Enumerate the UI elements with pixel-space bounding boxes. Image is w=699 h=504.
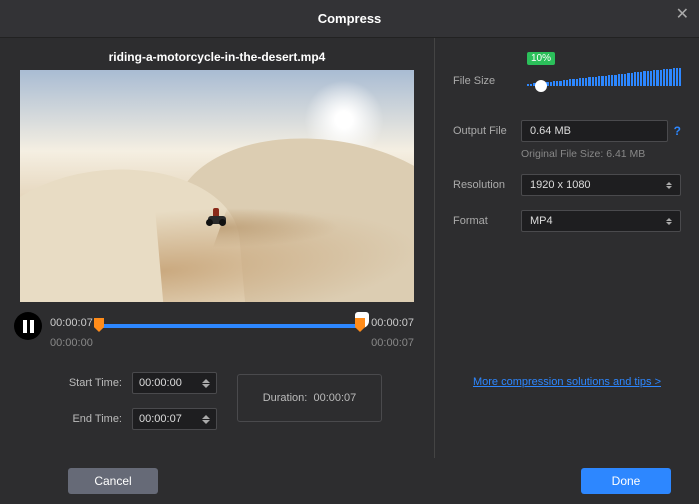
start-time-stepper[interactable] xyxy=(202,379,210,388)
slider-bars-icon xyxy=(527,68,681,86)
trim-end-handle[interactable] xyxy=(355,318,365,332)
format-value: MP4 xyxy=(530,215,553,227)
output-file-label: Output File xyxy=(453,125,521,137)
main-content: riding-a-motorcycle-in-the-desert.mp4 00… xyxy=(0,38,699,458)
trim-start-handle[interactable] xyxy=(94,318,104,332)
output-file-input[interactable]: 0.64 MB xyxy=(521,120,668,142)
pause-button[interactable] xyxy=(14,312,42,340)
dialog-header: Compress ✕ xyxy=(0,0,699,38)
time-controls: Start Time: 00:00:00 End Time: 00:00:07 … xyxy=(20,366,414,430)
format-select[interactable]: MP4 xyxy=(521,210,681,232)
end-time-value: 00:00:07 xyxy=(139,413,182,425)
format-label: Format xyxy=(453,215,521,227)
preview-rider xyxy=(206,202,228,224)
timeline: 00:00:07 00:00:07 00:00:00 00:00:07 xyxy=(20,312,414,352)
resolution-label: Resolution xyxy=(453,179,521,191)
close-icon[interactable]: ✕ xyxy=(676,4,689,24)
start-time-value: 00:00:00 xyxy=(139,377,182,389)
range-start-time: 00:00:00 xyxy=(50,337,93,349)
original-size-text: Original File Size: 6.41 MB xyxy=(521,148,681,160)
preview-dust xyxy=(213,208,348,248)
file-size-slider[interactable]: 10% xyxy=(527,68,681,94)
duration-display: Duration: 00:00:07 xyxy=(237,374,382,422)
file-size-percent: 10% xyxy=(527,52,555,65)
start-time-label: Start Time: xyxy=(52,377,122,389)
total-time: 00:00:07 xyxy=(371,317,414,329)
file-name: riding-a-motorcycle-in-the-desert.mp4 xyxy=(20,50,414,64)
resolution-select[interactable]: 1920 x 1080 xyxy=(521,174,681,196)
range-end-time: 00:00:07 xyxy=(371,337,414,349)
more-solutions-link[interactable]: More compression solutions and tips > xyxy=(453,376,681,388)
slider-knob[interactable] xyxy=(535,80,547,92)
cancel-button[interactable]: Cancel xyxy=(68,468,158,494)
chevron-updown-icon xyxy=(666,218,672,225)
done-button[interactable]: Done xyxy=(581,468,671,494)
start-time-input[interactable]: 00:00:00 xyxy=(132,372,217,394)
end-time-label: End Time: xyxy=(52,413,122,425)
pause-icon xyxy=(23,320,34,333)
duration-label: Duration: xyxy=(263,392,308,404)
end-time-stepper[interactable] xyxy=(202,415,210,424)
dialog-footer: Cancel Done xyxy=(0,458,699,504)
video-preview[interactable] xyxy=(20,70,414,302)
settings-pane: File Size 10% Output File 0.64 MB ? Orig… xyxy=(435,38,699,458)
end-time-input[interactable]: 00:00:07 xyxy=(132,408,217,430)
output-file-value: 0.64 MB xyxy=(530,125,571,137)
chevron-updown-icon xyxy=(666,182,672,189)
timeline-track[interactable] xyxy=(95,324,364,328)
help-icon[interactable]: ? xyxy=(674,124,681,138)
preview-pane: riding-a-motorcycle-in-the-desert.mp4 00… xyxy=(0,38,435,458)
resolution-value: 1920 x 1080 xyxy=(530,179,591,191)
current-time: 00:00:07 xyxy=(50,317,93,329)
duration-value: 00:00:07 xyxy=(313,392,356,404)
file-size-label: File Size xyxy=(453,75,521,87)
dialog-title: Compress xyxy=(318,11,382,26)
